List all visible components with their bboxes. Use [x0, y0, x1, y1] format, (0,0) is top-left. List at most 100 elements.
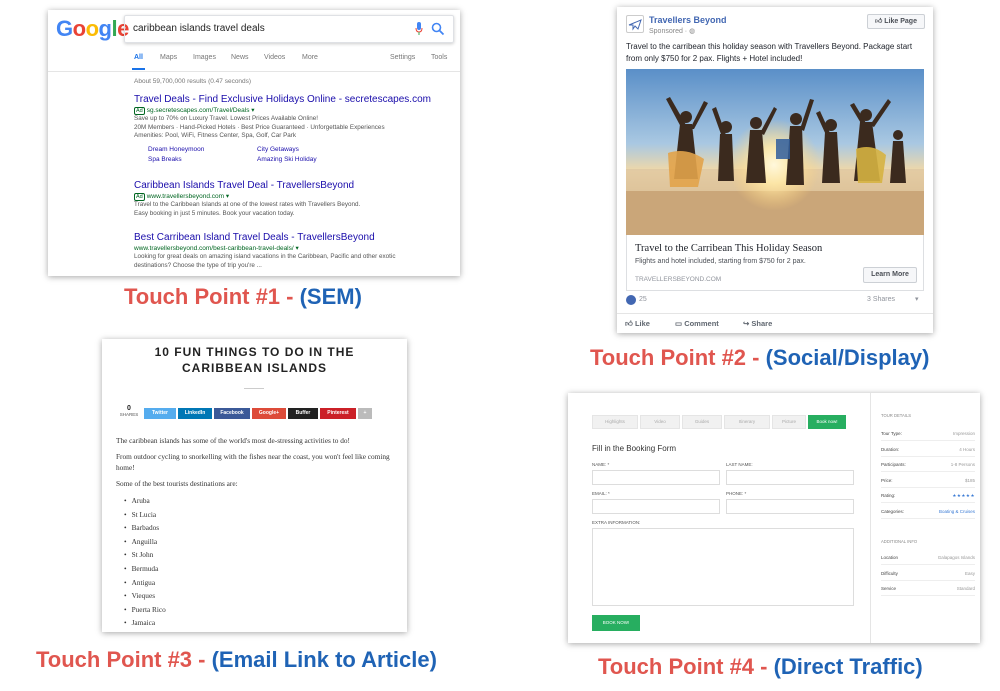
detail-key: Participants: — [881, 462, 906, 467]
detail-value: Impression — [952, 431, 975, 436]
detail-key: Tour Type: — [881, 431, 902, 436]
share-counter: 0 SHARES — [119, 405, 139, 417]
additional-row: Difficulty Easy — [881, 567, 975, 581]
result-description: 20M Members · Hand-Picked Hotels · Best … — [134, 123, 385, 131]
additional-row: Service Standard — [881, 582, 975, 596]
list-item: Vieques — [124, 589, 398, 603]
list-item: Bermuda — [124, 562, 398, 576]
search-box[interactable]: caribbean islands travel deals — [124, 15, 454, 43]
like-count[interactable]: 25 — [639, 296, 647, 303]
detail-key: Difficulty — [881, 570, 898, 576]
detail-key: Location — [881, 555, 899, 560]
list-item: Puerta Rico — [124, 603, 398, 617]
share-button-google[interactable]: Google+ — [252, 408, 286, 419]
sitelink[interactable]: Amazing Ski Holiday — [257, 156, 317, 163]
extra-info-textarea[interactable] — [592, 528, 854, 606]
share-button-pinterest[interactable]: Pinterest — [320, 408, 356, 419]
search-icon[interactable] — [431, 22, 445, 36]
share-button-linkedin[interactable]: LinkedIn — [178, 408, 212, 419]
detail-row: Price: $185 — [881, 474, 975, 488]
page-logo[interactable] — [626, 15, 644, 33]
airplane-icon — [628, 19, 642, 31]
tab-all[interactable]: All — [132, 54, 145, 70]
detail-key: Service — [881, 586, 897, 591]
result-description: Easy booking in just 5 minutes. Book you… — [134, 209, 295, 217]
book-now-button[interactable]: BOOK NOW! — [592, 615, 640, 631]
share-button-more[interactable]: + — [358, 408, 372, 419]
microphone-icon[interactable] — [415, 22, 423, 36]
share-count[interactable]: 3 Shares — [867, 296, 895, 303]
share-button-facebook[interactable]: Facebook — [214, 408, 250, 419]
list-item: Antigua — [124, 576, 398, 590]
tab-book-now[interactable]: Book now! — [808, 415, 846, 429]
share-button-twitter[interactable]: Twitter — [144, 408, 176, 419]
comment-icon: ▭ — [675, 319, 683, 328]
email-input[interactable] — [592, 499, 720, 514]
caret-down-icon[interactable]: ▾ — [915, 295, 919, 303]
article-title: 10 FUN THINGS TO DO IN THE CARIBBEAN ISL… — [154, 345, 355, 375]
link-card[interactable]: Travel to the Carribean This Holiday Sea… — [626, 235, 924, 291]
search-tabs: All Maps Images News Videos More Setting… — [48, 50, 460, 72]
share-button[interactable]: ↪ Share — [743, 319, 772, 328]
result-title[interactable]: Travel Deals - Find Exclusive Holidays O… — [134, 94, 450, 106]
result-title[interactable]: Caribbean Islands Travel Deal - Travelle… — [134, 180, 450, 192]
globe-icon: ◍ — [689, 28, 696, 35]
article-body: The caribbean islands has some of the wo… — [116, 435, 398, 630]
search-query[interactable]: caribbean islands travel deals — [133, 23, 265, 34]
result-url: www.travellersbeyond.com/best-caribbean-… — [134, 245, 299, 252]
caption-touch-point-2: Touch Point #2 - (Social/Display) — [590, 345, 930, 370]
like-button[interactable]: 👍︎ Like — [625, 319, 650, 329]
detail-row: Categories: Boating & Cruises — [881, 505, 975, 519]
page-name[interactable]: Travellers Beyond — [649, 15, 727, 25]
tab-settings[interactable]: Settings — [390, 54, 415, 61]
result-description: Save up to 70% on Luxury Travel. Lowest … — [134, 115, 318, 122]
tab-tools[interactable]: Tools — [431, 54, 447, 61]
comment-button[interactable]: ▭ Comment — [675, 319, 719, 328]
rating-stars: ★★★★★ — [952, 493, 975, 498]
share-arrow-icon: ↪ — [743, 319, 750, 328]
tab-itinerary[interactable]: Itinerary — [724, 415, 770, 429]
tab-videos[interactable]: Videos — [264, 54, 285, 61]
tab-picture[interactable]: Picture — [772, 415, 806, 429]
sitelink[interactable]: Dream Honeymoon — [148, 146, 204, 153]
name-input[interactable] — [592, 470, 720, 485]
detail-key: Categories: — [881, 508, 905, 514]
caption-touch-point-3: Touch Point #3 - (Email Link to Article) — [36, 647, 437, 672]
phone-input[interactable] — [726, 499, 854, 514]
tab-maps[interactable]: Maps — [160, 54, 177, 61]
sitelink[interactable]: Spa Breaks — [148, 156, 182, 163]
list-item: St Lucia — [124, 508, 398, 522]
paragraph: The caribbean islands has some of the wo… — [116, 436, 350, 445]
tab-video[interactable]: Video — [640, 415, 680, 429]
list-item: Jamaica — [124, 616, 398, 630]
detail-value[interactable]: Boating & Cruises — [939, 509, 975, 514]
list-item: St John — [124, 548, 398, 562]
destination-list: Aruba St Lucia Barbados Anguilla St John… — [124, 494, 398, 630]
tab-more[interactable]: More — [302, 54, 318, 61]
google-logo[interactable]: Google — [56, 16, 129, 42]
list-item: Anguilla — [124, 535, 398, 549]
like-page-button[interactable]: 👍︎ Like Page — [867, 14, 925, 29]
title-divider — [244, 388, 264, 389]
sitelink[interactable]: City Getaways — [257, 146, 299, 153]
detail-row: Duration: 4 Hours — [881, 443, 975, 457]
detail-value: 4 Hours — [959, 446, 975, 452]
link-description: Flights and hotel included, starting fro… — [635, 258, 806, 265]
tab-news[interactable]: News — [231, 54, 249, 61]
detail-key: Rating: — [881, 493, 896, 498]
article-screenshot: 10 FUN THINGS TO DO IN THE CARIBBEAN ISL… — [102, 339, 407, 632]
detail-key: Duration: — [881, 446, 900, 452]
tab-guides[interactable]: Guides — [682, 415, 722, 429]
learn-more-button[interactable]: Learn More — [863, 267, 917, 283]
share-button-buffer[interactable]: Buffer — [288, 408, 318, 419]
ad-photo[interactable] — [626, 69, 924, 235]
reaction-bar: 25 3 Shares ▾ — [626, 295, 924, 309]
detail-value: Standard — [956, 586, 975, 591]
result-title[interactable]: Best Carribean Island Travel Deals - Tra… — [134, 232, 450, 244]
ad-badge: Ad — [134, 107, 145, 115]
result-description: Looking for great deals on amazing islan… — [134, 253, 396, 260]
link-headline[interactable]: Travel to the Carribean This Holiday Sea… — [635, 243, 822, 254]
tab-highlights[interactable]: Highlights — [592, 415, 638, 429]
last-name-input[interactable] — [726, 470, 854, 485]
tab-images[interactable]: Images — [193, 54, 216, 61]
